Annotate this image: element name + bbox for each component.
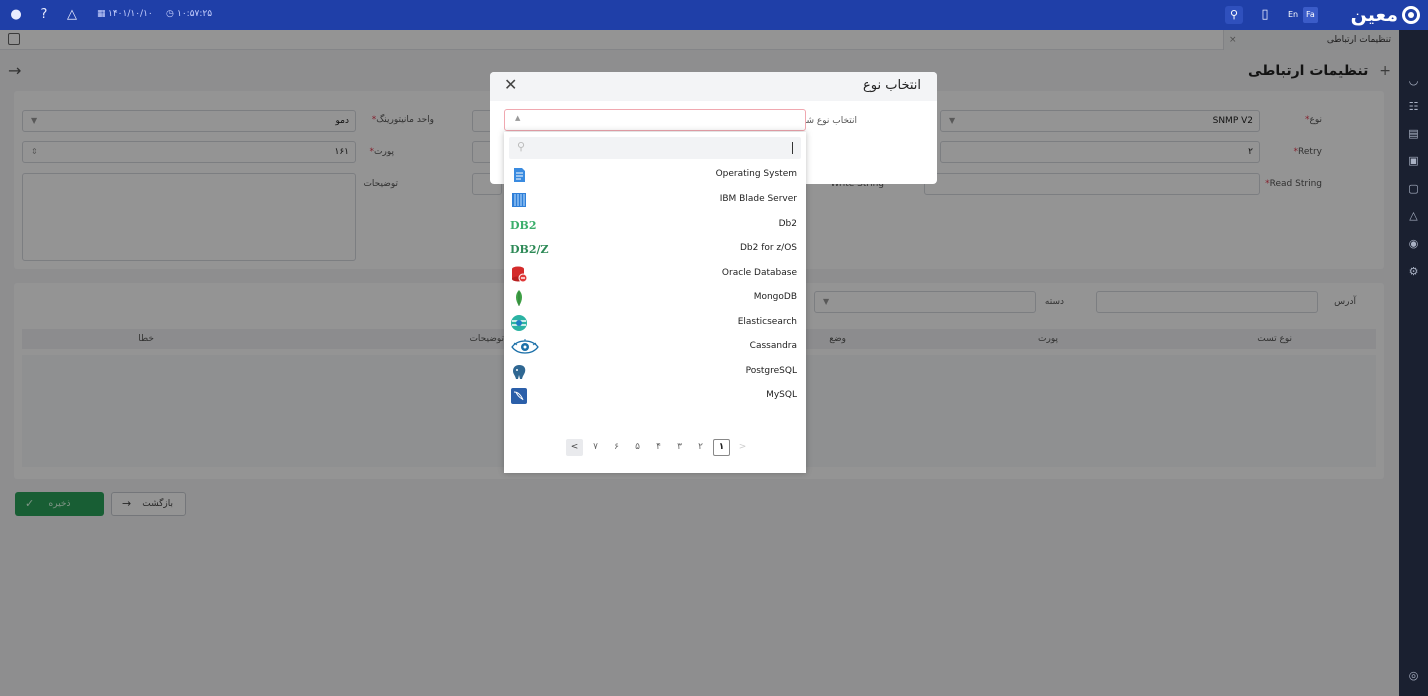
page-6-button[interactable]: ۶ <box>608 439 625 456</box>
current-time: ۱۰:۵۷:۲۵ <box>177 9 213 19</box>
bell-icon[interactable]: △ <box>64 7 80 23</box>
oracle-db-icon <box>512 266 528 283</box>
option-oracle-database[interactable]: Oracle Database <box>504 262 806 286</box>
top-bar: ● ? △ ▦ ۱۴۰۱/۱۰/۱۰ ◷ ۱۰:۵۷:۲۵ ⚲ ▯ En Fa … <box>0 0 1428 30</box>
object-type-select[interactable]: ▲ <box>504 109 806 131</box>
option-db2[interactable]: DB2 Db2 <box>504 213 806 237</box>
next-page-button[interactable]: > <box>734 439 751 456</box>
monitor-icon[interactable]: ▣ <box>1406 153 1421 168</box>
calendar-icon: ▦ <box>97 9 106 19</box>
modal-header: انتخاب نوع ✕ <box>490 72 937 101</box>
prev-page-button[interactable]: < <box>566 439 583 456</box>
option-mongodb[interactable]: MongoDB <box>504 286 806 310</box>
blade-server-icon <box>512 193 526 207</box>
option-label: Db2 for z/OS <box>739 243 797 253</box>
postgresql-elephant-icon <box>513 365 526 379</box>
option-label: IBM Blade Server <box>719 194 797 204</box>
dropdown-search-input[interactable]: ⚲ <box>509 137 801 159</box>
footer-logo-icon: ◎ <box>1408 669 1419 682</box>
option-label: Operating System <box>715 169 797 179</box>
right-sidebar: ◡ ☷ ▤ ▣ ▢ △ ◉ ⚙ ◎ <box>1399 30 1428 696</box>
database-icon[interactable]: ▤ <box>1406 126 1421 141</box>
option-mysql[interactable]: MySQL <box>504 384 806 408</box>
dropdown-pagination: < ۷ ۶ ۵ ۴ ۳ ۲ ۱ > <box>566 439 751 457</box>
user-icon[interactable]: ● <box>8 7 24 23</box>
close-icon[interactable]: ✕ <box>504 75 517 94</box>
logo-mark-icon <box>1402 6 1420 24</box>
help-icon[interactable]: ? <box>36 7 52 23</box>
option-operating-system[interactable]: Operating System <box>504 163 806 187</box>
page-1-button[interactable]: ۱ <box>713 439 730 456</box>
page-4-button[interactable]: ۴ <box>650 439 667 456</box>
option-postgresql[interactable]: PostgreSQL <box>504 360 806 384</box>
server-doc-icon <box>514 168 525 182</box>
search-icon[interactable]: ⚲ <box>1225 6 1243 24</box>
option-cassandra[interactable]: Cassandra <box>504 335 806 359</box>
option-ibm-blade-server[interactable]: IBM Blade Server <box>504 188 806 212</box>
cassandra-eye-icon <box>511 339 539 354</box>
hierarchy-icon[interactable]: ☷ <box>1406 99 1421 114</box>
object-type-dropdown: ⚲ Operating System IBM Blade Server DB2 … <box>504 132 806 473</box>
page-5-button[interactable]: ۵ <box>629 439 646 456</box>
bookmark-icon[interactable]: ▯ <box>1257 7 1273 23</box>
lang-en-button[interactable]: En <box>1285 7 1301 23</box>
search-icon: ⚲ <box>517 140 526 153</box>
option-label: Oracle Database <box>721 268 797 278</box>
page-3-button[interactable]: ۳ <box>671 439 688 456</box>
page-7-button[interactable]: ۷ <box>587 439 604 456</box>
app-logo: معین <box>1351 3 1420 27</box>
db2-logo-icon: DB2 <box>510 219 537 232</box>
page-2-button[interactable]: ۲ <box>692 439 709 456</box>
option-label: PostgreSQL <box>745 366 797 376</box>
elasticsearch-icon <box>511 315 527 331</box>
current-date: ۱۴۰۱/۱۰/۱۰ <box>108 9 153 19</box>
text-cursor <box>792 142 793 154</box>
dashboard-icon[interactable]: ◡ <box>1406 73 1421 88</box>
option-label: MongoDB <box>753 292 797 302</box>
logo-text: معین <box>1350 4 1398 26</box>
lang-fa-button[interactable]: Fa <box>1303 7 1318 23</box>
alert-bell-icon[interactable]: △ <box>1406 208 1421 223</box>
option-label: Db2 <box>778 219 797 229</box>
modal-title: انتخاب نوع <box>863 78 921 93</box>
mysql-dolphin-icon <box>511 388 527 404</box>
mongodb-leaf-icon <box>516 290 522 306</box>
option-label: MySQL <box>766 390 797 400</box>
settings-gear-icon[interactable]: ⚙ <box>1406 264 1421 279</box>
option-db2-zos[interactable]: DB2/Z Db2 for z/OS <box>504 237 806 261</box>
db2z-logo-icon: DB2/Z <box>510 243 549 256</box>
option-label: Cassandra <box>749 341 797 351</box>
clipboard-icon[interactable]: ▢ <box>1406 181 1421 196</box>
svg-text:DB2: DB2 <box>510 219 537 232</box>
svg-text:DB2/Z: DB2/Z <box>510 243 549 256</box>
chevron-up-icon: ▲ <box>515 114 521 122</box>
option-elasticsearch[interactable]: Elasticsearch <box>504 311 806 335</box>
clock-icon: ◷ <box>166 9 174 19</box>
option-label: Elasticsearch <box>737 317 797 327</box>
users-icon[interactable]: ◉ <box>1406 236 1421 251</box>
